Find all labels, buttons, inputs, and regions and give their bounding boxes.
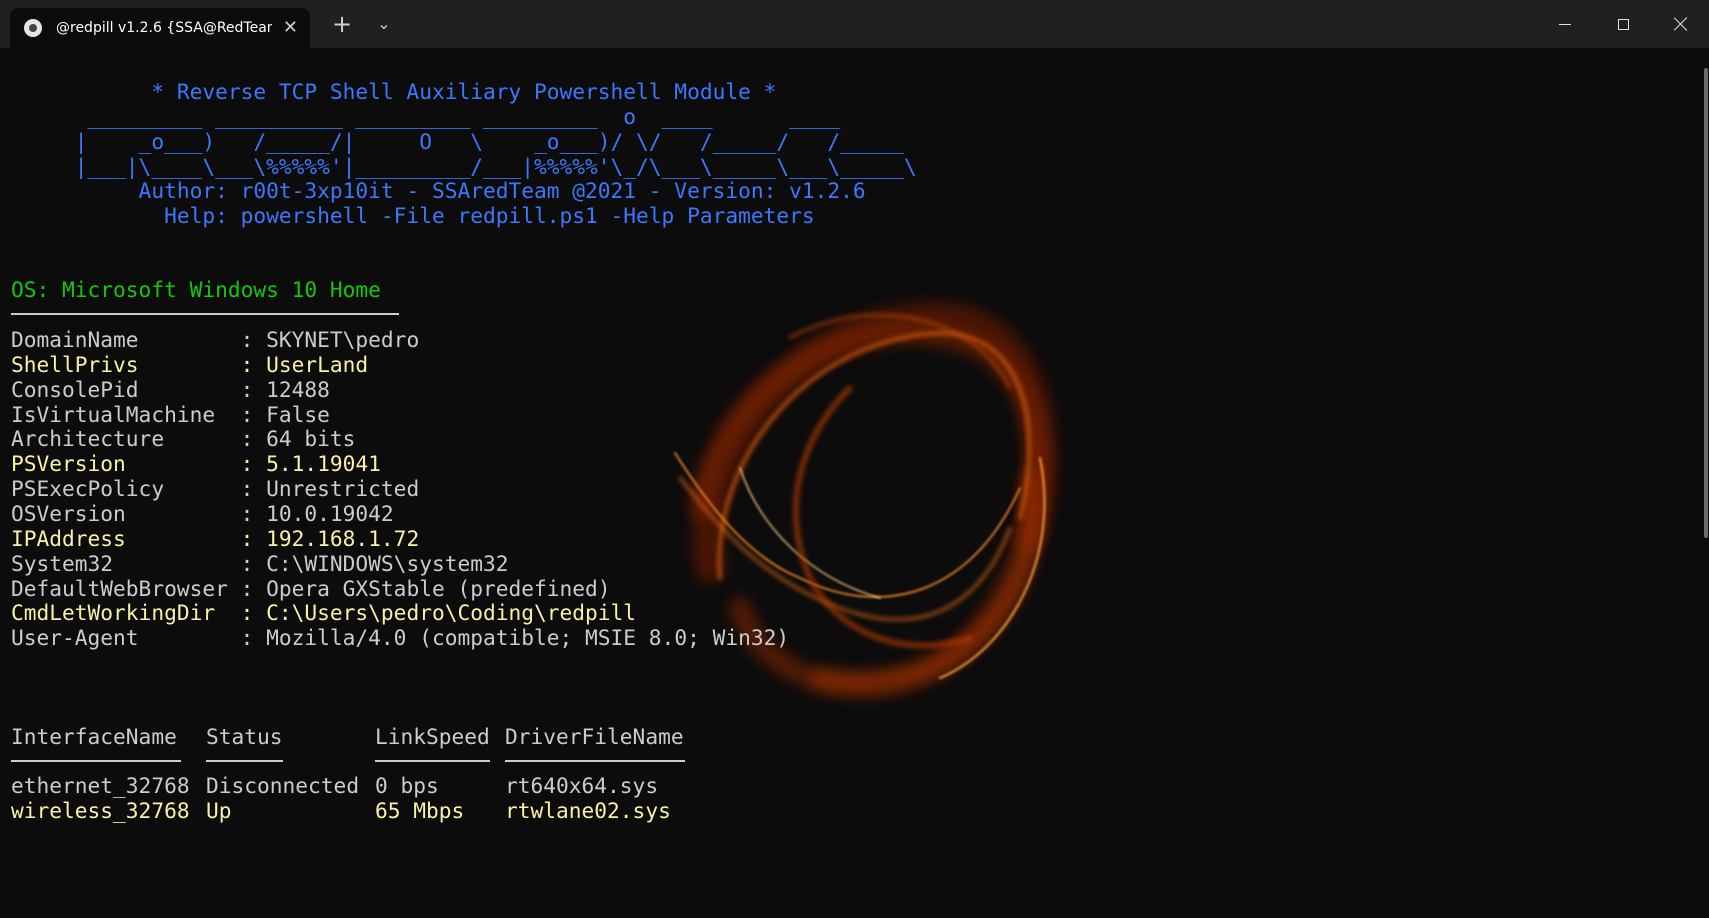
sysinfo-key: DomainName <box>11 327 241 352</box>
sysinfo-separator: : <box>240 525 267 551</box>
sysinfo-row: Architecture : 64 bits <box>11 425 355 452</box>
col-header-status: Status <box>206 724 283 749</box>
tab-title: @redpill v1.2.6 {SSA@RedTeam} <box>56 20 272 36</box>
sysinfo-separator: : <box>240 625 267 651</box>
title-bar: @redpill v1.2.6 {SSA@RedTeam} ✕ + ⌄ <box>0 0 1709 48</box>
sysinfo-row: OSVersion : 10.0.19042 <box>11 500 394 527</box>
cell-status: Up <box>206 798 232 823</box>
sysinfo-key: CmdLetWorkingDir <box>11 600 241 626</box>
cell-interfacename: wireless_32768 <box>11 798 190 823</box>
terminal-output[interactable]: * Reverse TCP Shell Auxiliary Powershell… <box>0 48 1709 918</box>
sysinfo-key: IsVirtualMachine <box>11 401 241 427</box>
col-underline-status <box>206 760 283 762</box>
minimize-button[interactable] <box>1537 0 1593 48</box>
sysinfo-separator: : <box>240 376 267 402</box>
col-underline-driverfilename <box>505 760 685 762</box>
cell-interfacename: ethernet_32768 <box>11 773 190 798</box>
cell-linkspeed: 65 Mbps <box>375 798 465 823</box>
sysinfo-separator: : <box>240 451 267 477</box>
sysinfo-separator: : <box>240 401 267 427</box>
sysinfo-value: 64 bits <box>266 426 356 452</box>
sysinfo-key: DefaultWebBrowser <box>11 575 241 601</box>
os-label: OS: Microsoft Windows 10 Home <box>11 277 381 302</box>
sysinfo-key: ConsolePid <box>11 376 241 402</box>
cell-driverfilename: rtwlane02.sys <box>505 798 671 823</box>
close-icon <box>1674 17 1688 31</box>
sysinfo-row: ShellPrivs : UserLand <box>11 351 368 378</box>
col-underline-linkspeed <box>375 760 490 762</box>
sysinfo-separator: : <box>240 600 267 626</box>
sysinfo-key: PSVersion <box>11 451 241 477</box>
sysinfo-row: CmdLetWorkingDir : C:\Users\pedro\Coding… <box>11 599 636 626</box>
maximize-icon <box>1617 18 1629 30</box>
background-glow-image <box>674 302 1057 699</box>
banner-art-line-3: |___|\____\___\%%%%%'|_________/___|%%%%… <box>11 154 917 179</box>
cell-linkspeed: 0 bps <box>375 773 439 798</box>
sysinfo-separator: : <box>240 476 267 502</box>
banner-art-line-2: | _o___) /_____/| O \ _o___)/ \/ /_____/… <box>11 129 904 154</box>
sysinfo-value: 10.0.19042 <box>266 500 394 526</box>
sysinfo-value: Unrestricted <box>266 476 420 502</box>
banner-help: Help: powershell -File redpill.ps1 -Help… <box>11 203 815 228</box>
sysinfo-value: 192.168.1.72 <box>266 525 420 551</box>
sysinfo-value: False <box>266 401 330 427</box>
tab-close-icon[interactable]: ✕ <box>283 19 298 37</box>
banner-header: * Reverse TCP Shell Auxiliary Powershell… <box>11 79 777 104</box>
minimize-icon <box>1559 23 1571 25</box>
sysinfo-value: C:\Users\pedro\Coding\redpill <box>266 600 637 626</box>
chevron-down-icon[interactable]: ⌄ <box>372 12 396 36</box>
sysinfo-value: 5.1.19041 <box>266 451 381 477</box>
sysinfo-value: 12488 <box>266 376 330 402</box>
close-window-button[interactable] <box>1653 0 1709 48</box>
sysinfo-row: IsVirtualMachine : False <box>11 401 330 428</box>
col-header-interfacename: InterfaceName <box>11 724 177 749</box>
powershell-tab-icon <box>24 19 42 37</box>
sysinfo-value: Opera GXStable (predefined) <box>266 575 611 601</box>
terminal-tab[interactable]: @redpill v1.2.6 {SSA@RedTeam} ✕ <box>10 8 310 48</box>
banner-art-line-1: _________ __________ _________ _________… <box>11 104 841 129</box>
sysinfo-row: System32 : C:\WINDOWS\system32 <box>11 550 509 577</box>
maximize-button[interactable] <box>1595 0 1651 48</box>
os-underline <box>11 313 399 315</box>
sysinfo-separator: : <box>240 550 267 576</box>
sysinfo-separator: : <box>240 327 267 352</box>
sysinfo-row: User-Agent : Mozilla/4.0 (compatible; MS… <box>11 624 789 651</box>
sysinfo-key: PSExecPolicy <box>11 476 241 502</box>
sysinfo-separator: : <box>240 575 267 601</box>
sysinfo-value: C:\WINDOWS\system32 <box>266 550 509 576</box>
sysinfo-row: PSVersion : 5.1.19041 <box>11 450 381 477</box>
sysinfo-separator: : <box>240 351 267 377</box>
sysinfo-key: User-Agent <box>11 625 241 651</box>
sysinfo-key: ShellPrivs <box>11 351 241 377</box>
sysinfo-separator: : <box>240 426 267 452</box>
sysinfo-key: System32 <box>11 550 241 576</box>
sysinfo-separator: : <box>240 500 267 526</box>
sysinfo-row: PSExecPolicy : Unrestricted <box>11 475 419 502</box>
sysinfo-value: UserLand <box>266 351 369 377</box>
sysinfo-value: SKYNET\pedro <box>266 327 420 352</box>
sysinfo-key: Architecture <box>11 426 241 452</box>
sysinfo-key: OSVersion <box>11 500 241 526</box>
col-header-driverfilename: DriverFileName <box>505 724 684 749</box>
new-tab-button[interactable]: + <box>330 12 354 36</box>
col-underline-interfacename <box>11 760 181 762</box>
col-header-linkspeed: LinkSpeed <box>375 724 490 749</box>
sysinfo-value: Mozilla/4.0 (compatible; MSIE 8.0; Win32… <box>266 625 790 651</box>
sysinfo-row: DefaultWebBrowser : Opera GXStable (pred… <box>11 575 611 602</box>
banner-author: Author: r00t-3xp10it - SSAredTeam @2021 … <box>11 178 866 203</box>
cell-status: Disconnected <box>206 773 360 798</box>
cell-driverfilename: rt640x64.sys <box>505 773 659 798</box>
sysinfo-row: ConsolePid : 12488 <box>11 376 330 403</box>
sysinfo-row: DomainName : SKYNET\pedro <box>11 326 419 353</box>
sysinfo-row: IPAddress : 192.168.1.72 <box>11 525 419 552</box>
vertical-scrollbar[interactable] <box>1704 68 1708 538</box>
sysinfo-key: IPAddress <box>11 525 241 551</box>
